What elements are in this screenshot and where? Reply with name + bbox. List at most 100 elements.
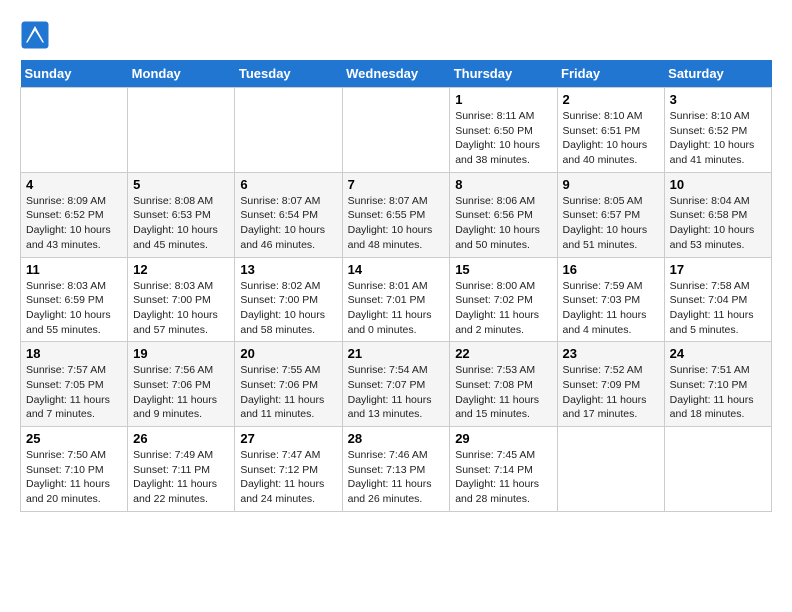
day-cell: 21 Sunrise: 7:54 AM Sunset: 7:07 PM Dayl… [342,342,450,427]
day-number: 9 [563,177,659,192]
day-cell: 11 Sunrise: 8:03 AM Sunset: 6:59 PM Dayl… [21,257,128,342]
day-cell [235,88,342,173]
day-cell: 23 Sunrise: 7:52 AM Sunset: 7:09 PM Dayl… [557,342,664,427]
col-header-friday: Friday [557,60,664,88]
day-info: Sunrise: 7:59 AM Sunset: 7:03 PM Dayligh… [563,279,659,338]
day-cell: 19 Sunrise: 7:56 AM Sunset: 7:06 PM Dayl… [128,342,235,427]
week-row-3: 11 Sunrise: 8:03 AM Sunset: 6:59 PM Dayl… [21,257,772,342]
day-number: 16 [563,262,659,277]
header-row: SundayMondayTuesdayWednesdayThursdayFrid… [21,60,772,88]
logo [20,20,54,50]
day-number: 21 [348,346,445,361]
day-info: Sunrise: 7:52 AM Sunset: 7:09 PM Dayligh… [563,363,659,422]
day-number: 18 [26,346,122,361]
day-info: Sunrise: 8:07 AM Sunset: 6:54 PM Dayligh… [240,194,336,253]
day-info: Sunrise: 8:03 AM Sunset: 6:59 PM Dayligh… [26,279,122,338]
week-row-5: 25 Sunrise: 7:50 AM Sunset: 7:10 PM Dayl… [21,427,772,512]
day-cell: 2 Sunrise: 8:10 AM Sunset: 6:51 PM Dayli… [557,88,664,173]
day-info: Sunrise: 8:00 AM Sunset: 7:02 PM Dayligh… [455,279,551,338]
day-number: 12 [133,262,229,277]
day-info: Sunrise: 7:45 AM Sunset: 7:14 PM Dayligh… [455,448,551,507]
week-row-4: 18 Sunrise: 7:57 AM Sunset: 7:05 PM Dayl… [21,342,772,427]
day-cell: 28 Sunrise: 7:46 AM Sunset: 7:13 PM Dayl… [342,427,450,512]
day-cell: 18 Sunrise: 7:57 AM Sunset: 7:05 PM Dayl… [21,342,128,427]
day-number: 19 [133,346,229,361]
day-number: 15 [455,262,551,277]
day-info: Sunrise: 7:51 AM Sunset: 7:10 PM Dayligh… [670,363,766,422]
day-cell: 16 Sunrise: 7:59 AM Sunset: 7:03 PM Dayl… [557,257,664,342]
col-header-wednesday: Wednesday [342,60,450,88]
day-cell [21,88,128,173]
day-info: Sunrise: 8:09 AM Sunset: 6:52 PM Dayligh… [26,194,122,253]
col-header-thursday: Thursday [450,60,557,88]
day-info: Sunrise: 7:53 AM Sunset: 7:08 PM Dayligh… [455,363,551,422]
day-info: Sunrise: 7:47 AM Sunset: 7:12 PM Dayligh… [240,448,336,507]
day-cell: 15 Sunrise: 8:00 AM Sunset: 7:02 PM Dayl… [450,257,557,342]
day-number: 26 [133,431,229,446]
day-number: 27 [240,431,336,446]
day-cell: 29 Sunrise: 7:45 AM Sunset: 7:14 PM Dayl… [450,427,557,512]
day-cell [342,88,450,173]
day-number: 13 [240,262,336,277]
day-number: 1 [455,92,551,107]
page-header [20,20,772,50]
day-cell: 7 Sunrise: 8:07 AM Sunset: 6:55 PM Dayli… [342,172,450,257]
day-cell: 22 Sunrise: 7:53 AM Sunset: 7:08 PM Dayl… [450,342,557,427]
week-row-2: 4 Sunrise: 8:09 AM Sunset: 6:52 PM Dayli… [21,172,772,257]
day-info: Sunrise: 8:11 AM Sunset: 6:50 PM Dayligh… [455,109,551,168]
day-cell: 4 Sunrise: 8:09 AM Sunset: 6:52 PM Dayli… [21,172,128,257]
day-cell: 26 Sunrise: 7:49 AM Sunset: 7:11 PM Dayl… [128,427,235,512]
day-cell: 3 Sunrise: 8:10 AM Sunset: 6:52 PM Dayli… [664,88,771,173]
day-number: 6 [240,177,336,192]
day-info: Sunrise: 8:10 AM Sunset: 6:51 PM Dayligh… [563,109,659,168]
day-cell: 1 Sunrise: 8:11 AM Sunset: 6:50 PM Dayli… [450,88,557,173]
day-info: Sunrise: 7:54 AM Sunset: 7:07 PM Dayligh… [348,363,445,422]
calendar-table: SundayMondayTuesdayWednesdayThursdayFrid… [20,60,772,512]
day-cell: 5 Sunrise: 8:08 AM Sunset: 6:53 PM Dayli… [128,172,235,257]
day-cell: 8 Sunrise: 8:06 AM Sunset: 6:56 PM Dayli… [450,172,557,257]
day-number: 2 [563,92,659,107]
day-cell [664,427,771,512]
week-row-1: 1 Sunrise: 8:11 AM Sunset: 6:50 PM Dayli… [21,88,772,173]
day-cell: 14 Sunrise: 8:01 AM Sunset: 7:01 PM Dayl… [342,257,450,342]
day-info: Sunrise: 7:56 AM Sunset: 7:06 PM Dayligh… [133,363,229,422]
day-info: Sunrise: 8:03 AM Sunset: 7:00 PM Dayligh… [133,279,229,338]
day-info: Sunrise: 7:58 AM Sunset: 7:04 PM Dayligh… [670,279,766,338]
day-cell: 25 Sunrise: 7:50 AM Sunset: 7:10 PM Dayl… [21,427,128,512]
day-number: 29 [455,431,551,446]
day-info: Sunrise: 7:55 AM Sunset: 7:06 PM Dayligh… [240,363,336,422]
day-cell: 24 Sunrise: 7:51 AM Sunset: 7:10 PM Dayl… [664,342,771,427]
day-info: Sunrise: 8:04 AM Sunset: 6:58 PM Dayligh… [670,194,766,253]
day-cell: 12 Sunrise: 8:03 AM Sunset: 7:00 PM Dayl… [128,257,235,342]
col-header-tuesday: Tuesday [235,60,342,88]
day-number: 10 [670,177,766,192]
day-cell: 27 Sunrise: 7:47 AM Sunset: 7:12 PM Dayl… [235,427,342,512]
day-number: 11 [26,262,122,277]
day-info: Sunrise: 8:06 AM Sunset: 6:56 PM Dayligh… [455,194,551,253]
day-cell: 10 Sunrise: 8:04 AM Sunset: 6:58 PM Dayl… [664,172,771,257]
day-number: 24 [670,346,766,361]
day-number: 7 [348,177,445,192]
day-cell: 20 Sunrise: 7:55 AM Sunset: 7:06 PM Dayl… [235,342,342,427]
day-info: Sunrise: 8:02 AM Sunset: 7:00 PM Dayligh… [240,279,336,338]
col-header-sunday: Sunday [21,60,128,88]
day-number: 20 [240,346,336,361]
day-info: Sunrise: 8:10 AM Sunset: 6:52 PM Dayligh… [670,109,766,168]
day-number: 5 [133,177,229,192]
day-info: Sunrise: 7:57 AM Sunset: 7:05 PM Dayligh… [26,363,122,422]
day-cell: 6 Sunrise: 8:07 AM Sunset: 6:54 PM Dayli… [235,172,342,257]
day-info: Sunrise: 7:50 AM Sunset: 7:10 PM Dayligh… [26,448,122,507]
day-number: 22 [455,346,551,361]
logo-icon [20,20,50,50]
day-cell: 13 Sunrise: 8:02 AM Sunset: 7:00 PM Dayl… [235,257,342,342]
day-info: Sunrise: 8:08 AM Sunset: 6:53 PM Dayligh… [133,194,229,253]
day-cell [557,427,664,512]
day-number: 28 [348,431,445,446]
day-info: Sunrise: 7:46 AM Sunset: 7:13 PM Dayligh… [348,448,445,507]
day-info: Sunrise: 8:01 AM Sunset: 7:01 PM Dayligh… [348,279,445,338]
day-info: Sunrise: 7:49 AM Sunset: 7:11 PM Dayligh… [133,448,229,507]
day-number: 3 [670,92,766,107]
day-number: 23 [563,346,659,361]
day-number: 4 [26,177,122,192]
day-number: 25 [26,431,122,446]
